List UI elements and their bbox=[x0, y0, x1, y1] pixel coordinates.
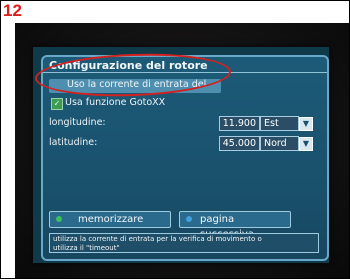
longitude-label: longitudine: bbox=[49, 117, 106, 128]
latitude-input[interactable]: 45.000 bbox=[219, 136, 260, 151]
latitude-direction-select[interactable]: Nord bbox=[260, 136, 299, 151]
step-number: 12 bbox=[3, 1, 22, 20]
goto-checkbox[interactable]: ✓ bbox=[51, 98, 63, 110]
longitude-dropdown-arrow-icon[interactable]: ▼ bbox=[299, 117, 313, 131]
figure-frame: 12 Configurazione del rotore Uso la corr… bbox=[0, 0, 350, 279]
save-button-label: memorizzare bbox=[78, 214, 144, 225]
longitude-input[interactable]: 11.900 bbox=[219, 116, 260, 131]
green-dot-icon bbox=[56, 216, 62, 222]
blue-dot-icon bbox=[186, 216, 192, 222]
help-line-1: utilizza la corrente di entrata per la v… bbox=[53, 235, 262, 243]
help-line-2: utilizza il "timeout" bbox=[53, 244, 120, 252]
latitude-label: latitudine: bbox=[49, 137, 98, 148]
save-button[interactable]: memorizzare bbox=[49, 211, 171, 228]
latitude-dropdown-arrow-icon[interactable]: ▼ bbox=[299, 137, 313, 151]
next-page-button[interactable]: pagina successiva bbox=[179, 211, 291, 240]
help-text: utilizza la corrente di entrata per la v… bbox=[49, 233, 319, 253]
goto-label: Usa funzione GotoXX bbox=[65, 97, 166, 108]
goto-option[interactable]: ✓ Usa funzione GotoXX bbox=[49, 97, 165, 111]
longitude-direction-select[interactable]: Est bbox=[260, 116, 299, 131]
